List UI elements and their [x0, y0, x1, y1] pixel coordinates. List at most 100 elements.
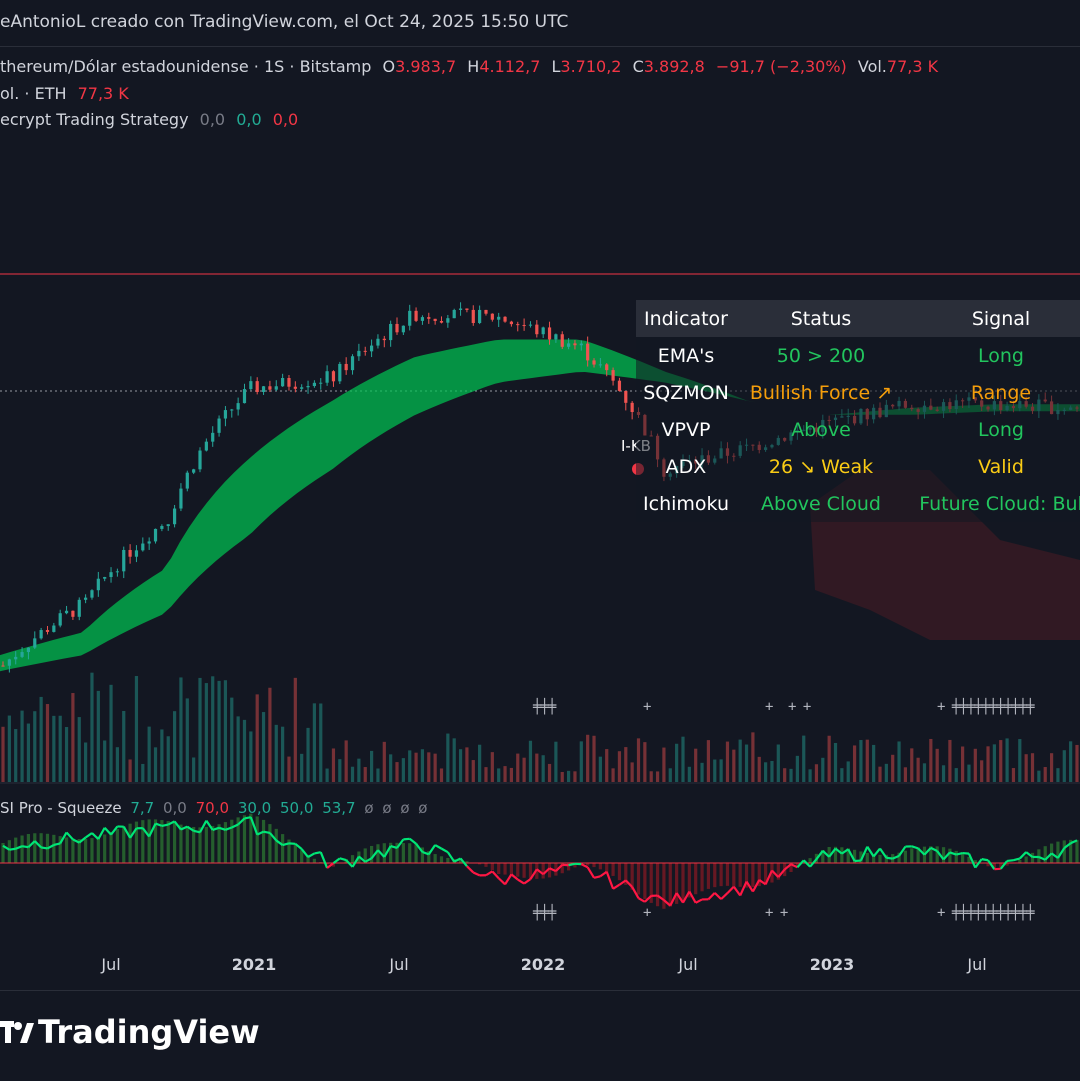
signal-marker-group: ╪╪╪	[533, 699, 555, 715]
volume-bar	[262, 712, 265, 782]
volume-bar	[834, 743, 837, 782]
histogram-bar	[713, 863, 716, 887]
volume-bar	[548, 764, 551, 782]
candle-body	[59, 613, 62, 625]
volume-bar	[148, 727, 151, 782]
oscillator-value: 70,0	[196, 799, 229, 817]
volume-bar	[681, 737, 684, 782]
histogram-bar	[751, 863, 754, 887]
volume-bar	[211, 676, 214, 782]
oscillator-legend[interactable]: SI Pro - Squeeze 7,7 0,0 70,0 30,0 50,0 …	[0, 799, 431, 817]
volume-bar	[256, 694, 259, 782]
volume-bar	[523, 758, 526, 782]
volume-bar	[961, 747, 964, 782]
volume-bar	[186, 698, 189, 782]
volume-bar	[732, 750, 735, 782]
histogram-bar	[90, 838, 93, 863]
rsi-segment	[708, 893, 714, 899]
volume-bar	[999, 740, 1002, 782]
histogram-bar	[726, 863, 729, 886]
volume-bar	[1056, 768, 1059, 782]
histogram-bar	[275, 829, 278, 863]
histogram-bar	[167, 821, 170, 863]
candle-body	[300, 387, 303, 389]
volume-bar	[300, 754, 303, 782]
histogram-bar	[592, 863, 595, 867]
rsi-segment	[429, 845, 435, 854]
histogram-bar	[65, 837, 68, 863]
volume-bar	[434, 754, 437, 782]
candle-body	[573, 343, 576, 345]
rsi-segment	[715, 893, 721, 899]
volume-bar	[160, 729, 163, 782]
table-row: ADX 26 ↘ Weak Valid	[636, 448, 1080, 485]
volume-bar	[129, 759, 132, 782]
tradingview-logo[interactable]: TradingView	[0, 1013, 260, 1051]
volume-bar	[52, 716, 55, 782]
histogram-bar	[503, 863, 506, 875]
volume-bar	[364, 767, 367, 782]
volume-bar	[109, 685, 112, 782]
rsi-segment	[982, 859, 988, 860]
candle-body	[109, 572, 112, 577]
volume-bar	[103, 740, 106, 782]
candle-body	[52, 626, 55, 632]
volume-bar	[27, 724, 30, 782]
volume-bar	[847, 761, 850, 782]
oscillator-value: ø	[400, 799, 409, 817]
candle-body	[605, 364, 608, 370]
volume-bar	[567, 771, 570, 782]
table-row: EMA's 50 > 200 Long	[636, 337, 1080, 374]
volume-bar	[357, 759, 360, 782]
row-signal: Range	[906, 374, 1080, 411]
histogram-bar	[376, 844, 379, 863]
histogram-bar	[599, 863, 602, 869]
candle-body	[491, 314, 494, 320]
histogram-bar	[52, 835, 55, 863]
histogram-bar	[542, 863, 545, 879]
volume-bar	[167, 736, 170, 782]
histogram-bar	[97, 837, 100, 863]
histogram-bar	[643, 863, 646, 899]
rsi-segment	[956, 853, 962, 855]
row-status: 26 ↘ Weak	[736, 448, 906, 485]
histogram-bar	[1075, 840, 1078, 863]
volume-bar	[599, 757, 602, 782]
candle-body	[586, 344, 589, 361]
row-indicator: EMA's	[636, 337, 736, 374]
volume-bar	[1063, 750, 1066, 782]
volume-bar	[631, 762, 634, 782]
volume-bar	[205, 683, 208, 782]
candle-body	[217, 419, 220, 433]
rsi-segment	[435, 845, 441, 849]
table-row: Ichimoku Above Cloud Future Cloud: Bul	[636, 485, 1080, 522]
candle-body	[434, 319, 437, 321]
histogram-bar	[523, 863, 526, 878]
volume-bar	[643, 742, 646, 782]
histogram-bar	[669, 863, 672, 907]
histogram-bar	[611, 863, 614, 876]
volume-bar	[440, 768, 443, 782]
histogram-bar	[440, 856, 443, 863]
volume-bar	[700, 763, 703, 782]
row-indicator: SQZMON	[636, 374, 736, 411]
histogram-bar	[732, 863, 735, 886]
volume-bar	[974, 749, 977, 782]
oscillator-value: 53,7	[322, 799, 355, 817]
candle-body	[211, 433, 214, 442]
x-axis-tick: 2021	[232, 955, 277, 974]
candle-body	[27, 648, 30, 652]
volume-bar	[535, 754, 538, 782]
candle-body	[459, 309, 462, 310]
volume-bar	[815, 764, 818, 782]
rsi-segment	[569, 864, 575, 865]
volume-bar	[573, 771, 576, 782]
volume-bar	[1012, 768, 1015, 782]
volume-bar	[936, 749, 939, 782]
candle-body	[478, 310, 481, 323]
candle-body	[548, 327, 551, 339]
histogram-bar	[268, 824, 271, 863]
candle-body	[46, 630, 49, 632]
header-signal: Signal	[906, 300, 1080, 337]
candle-body	[332, 371, 335, 381]
